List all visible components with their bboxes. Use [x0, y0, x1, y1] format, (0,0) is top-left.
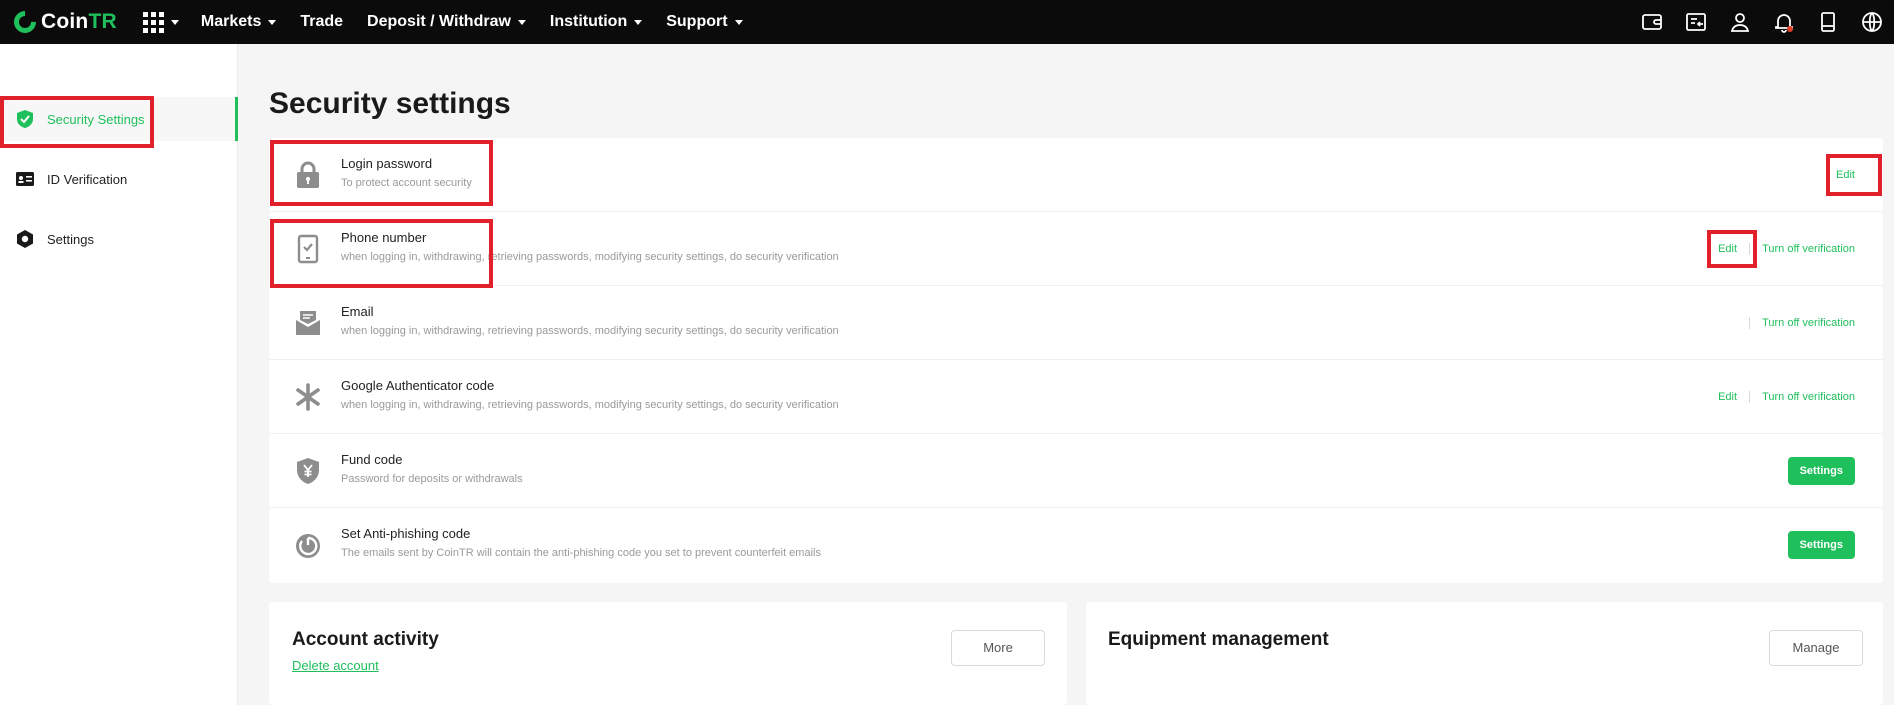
download-app-icon[interactable]: [1806, 0, 1850, 44]
edit-login-password-link[interactable]: Edit: [1836, 169, 1855, 181]
main-nav: Markets Trade Deposit / Withdraw Institu…: [201, 13, 767, 31]
shield-check-icon: [17, 110, 33, 128]
security-row-phone-number: Phone number when logging in, withdrawin…: [269, 212, 1883, 286]
turn-off-google-verification-link[interactable]: Turn off verification: [1762, 391, 1855, 403]
orders-icon[interactable]: [1674, 0, 1718, 44]
chevron-down-icon: [268, 19, 277, 25]
chevron-down-icon: [170, 19, 179, 25]
sidebar-item-id-verification[interactable]: ID Verification: [0, 157, 238, 201]
row-actions: Settings: [1787, 434, 1855, 508]
divider: [1749, 391, 1751, 403]
row-description: Password for deposits or withdrawals: [341, 473, 523, 485]
wallet-icon[interactable]: [1630, 0, 1674, 44]
divider: [1749, 243, 1751, 255]
security-row-email: Email when logging in, withdrawing, retr…: [269, 286, 1883, 360]
sidebar-item-security-settings[interactable]: Security Settings: [0, 97, 238, 141]
row-title: Google Authenticator code: [341, 378, 495, 393]
edit-google-authenticator-link[interactable]: Edit: [1718, 391, 1737, 403]
user-icon[interactable]: [1718, 0, 1762, 44]
language-globe-icon[interactable]: [1850, 0, 1894, 44]
account-activity-title: Account activity: [292, 629, 439, 650]
more-button[interactable]: More: [951, 630, 1045, 666]
security-row-login-password: Login password To protect account securi…: [269, 138, 1883, 212]
security-row-anti-phishing: Set Anti-phishing code The emails sent b…: [269, 508, 1883, 582]
nav-markets[interactable]: Markets: [201, 13, 277, 31]
page-title: Security settings: [269, 87, 511, 120]
cointr-logo-icon: [9, 6, 41, 38]
fund-shield-icon: [297, 458, 319, 484]
sidebar-item-settings[interactable]: Settings: [0, 217, 238, 261]
turn-off-email-verification-link[interactable]: Turn off verification: [1762, 317, 1855, 329]
account-activity-card: Account activity Delete account More: [269, 602, 1067, 705]
id-card-icon: [16, 172, 34, 186]
brand-name: Coin: [41, 10, 89, 33]
email-icon: [296, 311, 320, 335]
nav-trade[interactable]: Trade: [300, 13, 343, 31]
row-title: Set Anti-phishing code: [341, 526, 471, 541]
brand-name-accent: TR: [88, 10, 117, 33]
turn-off-phone-verification-link[interactable]: Turn off verification: [1762, 243, 1855, 255]
security-settings-card: Login password To protect account securi…: [269, 138, 1883, 583]
equipment-management-title: Equipment management: [1108, 629, 1329, 650]
nav-deposit-withdraw[interactable]: Deposit / Withdraw: [367, 13, 526, 31]
apps-grid-icon: [142, 11, 164, 33]
row-description: when logging in, withdrawing, retrieving…: [341, 251, 839, 263]
anti-phishing-icon: [296, 534, 320, 558]
delete-account-link[interactable]: Delete account: [292, 658, 379, 673]
chevron-down-icon: [734, 19, 743, 25]
row-actions: Settings: [1787, 508, 1855, 582]
nav-support[interactable]: Support: [666, 13, 743, 31]
sidebar-item-label: Settings: [47, 231, 94, 247]
notification-bell-icon[interactable]: [1762, 0, 1806, 44]
sidebar-item-label: ID Verification: [47, 171, 128, 187]
row-actions: Turn off verification: [1737, 286, 1855, 360]
lock-icon: [297, 161, 319, 188]
row-title: Fund code: [341, 452, 403, 467]
asterisk-icon: [296, 383, 320, 411]
row-description: when logging in, withdrawing, retrieving…: [341, 325, 839, 337]
cointr-logo[interactable]: CoinTR: [9, 0, 117, 44]
row-title: Login password: [341, 156, 433, 171]
apps-menu-button[interactable]: [142, 11, 179, 33]
gear-icon: [17, 230, 33, 248]
manage-button[interactable]: Manage: [1769, 630, 1863, 666]
phone-icon: [297, 234, 319, 264]
row-title: Email: [341, 304, 374, 319]
row-description: To protect account security: [341, 177, 472, 189]
security-row-google-authenticator: Google Authenticator code when logging i…: [269, 360, 1883, 434]
chevron-down-icon: [634, 19, 643, 25]
chevron-down-icon: [517, 19, 526, 25]
row-actions: Edit: [1836, 138, 1855, 212]
row-actions: Edit Turn off verification: [1718, 212, 1855, 286]
row-description: The emails sent by CoinTR will contain t…: [341, 547, 821, 559]
sidebar-item-label: Security Settings: [47, 111, 145, 127]
row-title: Phone number: [341, 230, 427, 245]
row-actions: Edit Turn off verification: [1718, 360, 1855, 434]
anti-phishing-settings-button[interactable]: Settings: [1787, 531, 1855, 559]
security-row-fund-code: Fund code Password for deposits or withd…: [269, 434, 1883, 508]
topbar-actions: [1630, 0, 1894, 44]
row-description: when logging in, withdrawing, retrieving…: [341, 399, 839, 411]
fund-code-settings-button[interactable]: Settings: [1787, 457, 1855, 485]
top-navigation-bar: CoinTR Markets Trade Deposit / Withdraw …: [0, 0, 1894, 44]
divider: [1749, 317, 1751, 329]
nav-institution[interactable]: Institution: [550, 13, 643, 31]
equipment-management-card: Equipment management Manage: [1086, 602, 1883, 705]
account-sidebar: Security Settings ID Verification Settin…: [0, 44, 238, 705]
edit-phone-number-link[interactable]: Edit: [1718, 243, 1737, 255]
